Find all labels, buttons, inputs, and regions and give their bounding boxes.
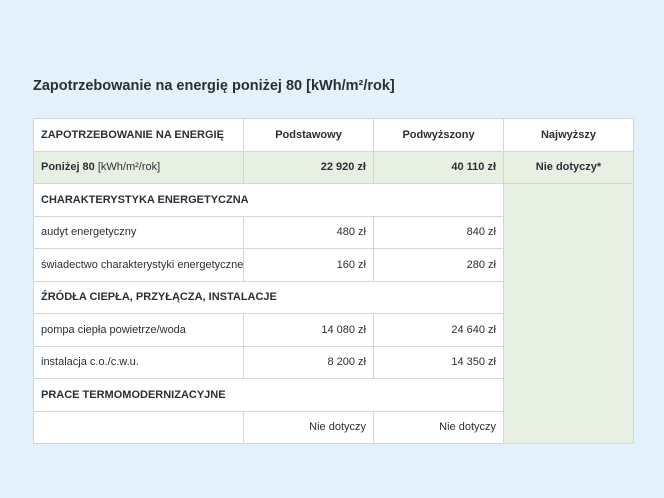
section-title: ŹRÓDŁA CIEPŁA, PRZYŁĄCZA, INSTALACJE (33, 280, 504, 314)
cost-table: ZAPOTRZEBOWANIE NA ENERGIĘ Podstawowy Po… (33, 118, 634, 444)
row-label: świadectwo charakterystyki energetycznej (33, 248, 244, 282)
summary-label: Poniżej 80 (41, 161, 95, 174)
header-podwyzszony: Podwyższony (373, 118, 504, 152)
row-podstawowy: 8 200 zł (243, 345, 374, 379)
header-najwyzszy: Najwyższy (503, 118, 634, 152)
row-podwyzszony: 840 zł (373, 215, 504, 249)
row-podwyzszony: Nie dotyczy (373, 410, 504, 444)
page-title: Zapotrzebowanie na energię poniżej 80 [k… (33, 78, 395, 94)
row-label: pompa ciepła powietrze/woda (33, 313, 244, 347)
section-title: CHARAKTERYSTYKA ENERGETYCZNA (33, 183, 504, 217)
table-header-row: ZAPOTRZEBOWANIE NA ENERGIĘ Podstawowy Po… (33, 118, 634, 152)
summary-podwyzszony: 40 110 zł (373, 150, 504, 184)
row-podstawowy: 480 zł (243, 215, 374, 249)
page: Zapotrzebowanie na energię poniżej 80 [k… (0, 0, 664, 498)
row-label (33, 410, 244, 444)
row-podwyzszony: 14 350 zł (373, 345, 504, 379)
summary-label-cell: Poniżej 80 [kWh/m²/rok] (33, 150, 244, 184)
row-podstawowy: 160 zł (243, 248, 374, 282)
section-row: CHARAKTERYSTYKA ENERGETYCZNA (33, 183, 634, 444)
header-energy-demand: ZAPOTRZEBOWANIE NA ENERGIĘ (33, 118, 244, 152)
row-podstawowy: 14 080 zł (243, 313, 374, 347)
najwyzszy-empty-cell (503, 183, 634, 444)
summary-najwyzszy: Nie dotyczy* (503, 150, 634, 184)
summary-row: Poniżej 80 [kWh/m²/rok] 22 920 zł 40 110… (33, 150, 634, 184)
summary-podstawowy: 22 920 zł (243, 150, 374, 184)
summary-unit: [kWh/m²/rok] (97, 161, 161, 174)
header-podstawowy: Podstawowy (243, 118, 374, 152)
row-podstawowy: Nie dotyczy (243, 410, 374, 444)
row-label: instalacja c.o./c.w.u. (33, 345, 244, 379)
section-title: PRACE TERMOMODERNIZACYJNE (33, 378, 504, 412)
row-podwyzszony: 280 zł (373, 248, 504, 282)
row-podwyzszony: 24 640 zł (373, 313, 504, 347)
row-label: audyt energetyczny (33, 215, 244, 249)
